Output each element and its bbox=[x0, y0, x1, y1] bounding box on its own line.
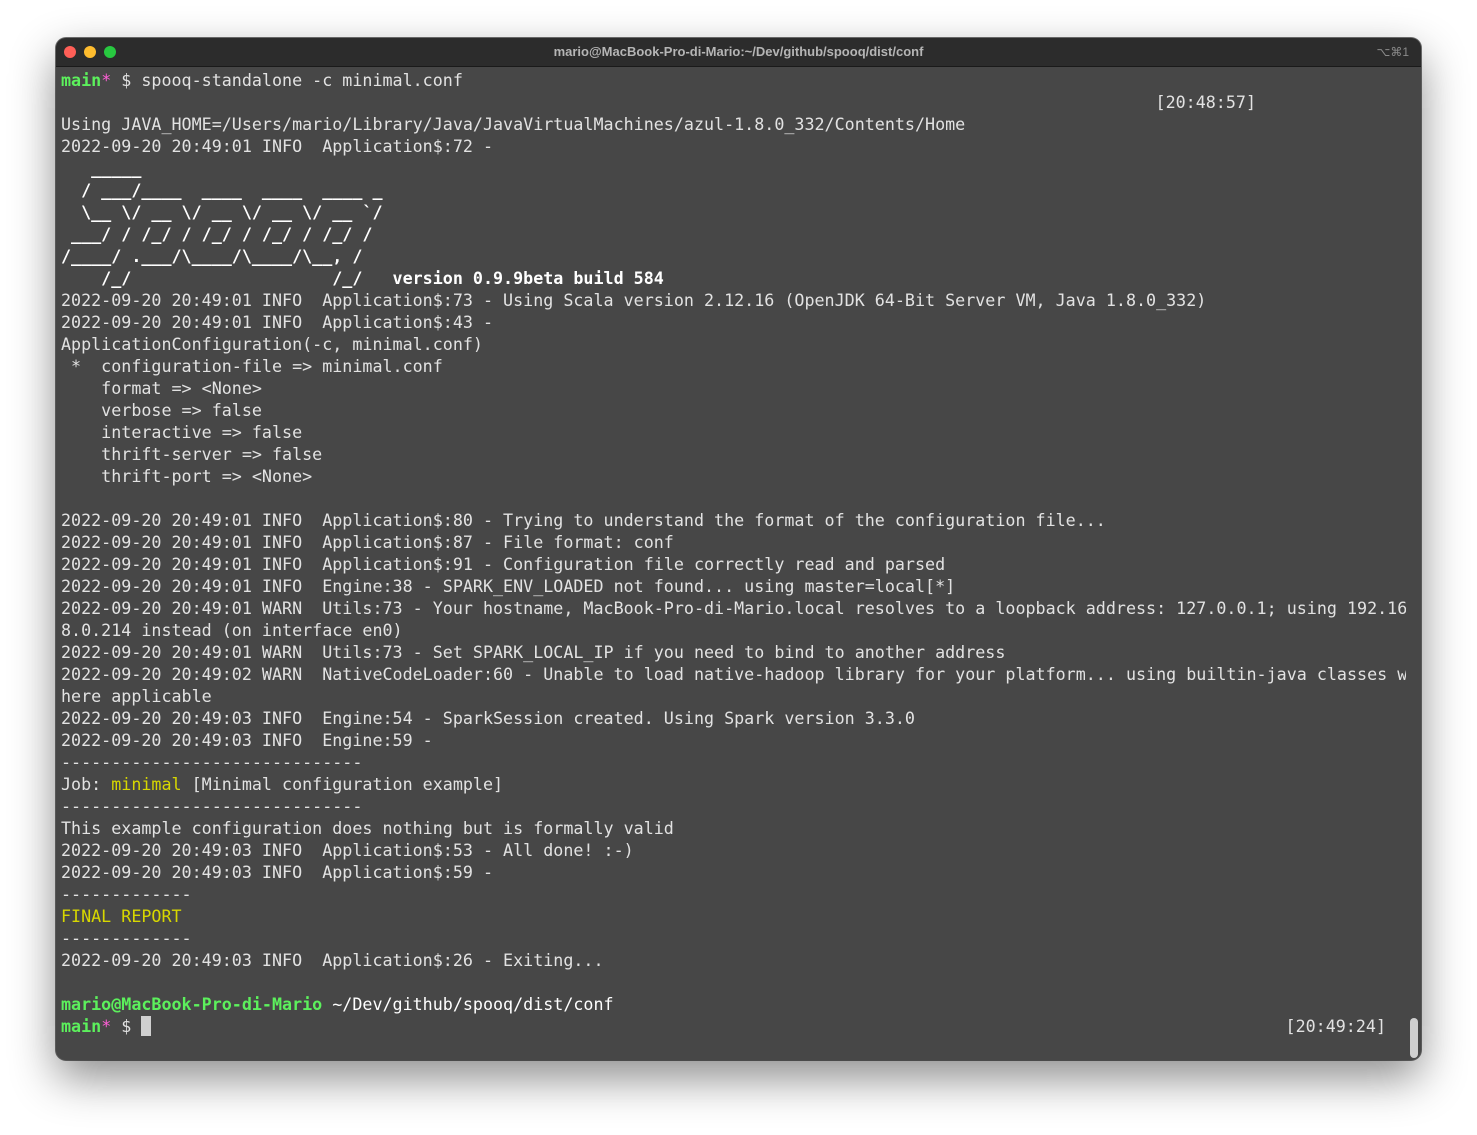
banner-line: ___/ / /_/ / /_/ / /_/ / /_/ / bbox=[61, 224, 373, 244]
text-cursor[interactable] bbox=[141, 1016, 152, 1036]
window-title: mario@MacBook-Pro-di-Mario:~/Dev/github/… bbox=[553, 44, 924, 59]
banner-line: _____ bbox=[61, 158, 142, 178]
output-line: 2022-09-20 20:49:01 INFO Application$:80… bbox=[61, 510, 1106, 530]
output-line: 8.0.214 instead (on interface en0) bbox=[61, 620, 403, 640]
banner-line: / ___/____ ____ ____ ____ _ bbox=[61, 180, 383, 200]
terminal-window: mario@MacBook-Pro-di-Mario:~/Dev/github/… bbox=[56, 38, 1421, 1060]
prompt-timestamp: [20:49:24] bbox=[1285, 1016, 1386, 1036]
output-line: 2022-09-20 20:49:01 INFO Application$:87… bbox=[61, 532, 674, 552]
output-line: 2022-09-20 20:49:03 INFO Application$:53… bbox=[61, 840, 634, 860]
prompt-symbol: $ bbox=[111, 70, 142, 90]
output-line: format => <None> bbox=[61, 378, 262, 398]
banner-line: /____/ .___/\____/\____/\__, / bbox=[61, 246, 363, 266]
output-line: 2022-09-20 20:49:01 INFO Engine:38 - SPA… bbox=[61, 576, 956, 596]
output-line: 2022-09-20 20:49:03 INFO Application$:59… bbox=[61, 862, 494, 882]
prompt-user-host: mario@MacBook-Pro-di-Mario bbox=[61, 994, 323, 1014]
job-prefix: Job: bbox=[61, 774, 112, 794]
final-report-heading: FINAL REPORT bbox=[61, 906, 182, 926]
output-line: ------------- bbox=[61, 928, 192, 948]
output-line: ------------------------------ bbox=[61, 796, 363, 816]
output-line: * configuration-file => minimal.conf bbox=[61, 356, 443, 376]
job-description: [Minimal configuration example] bbox=[181, 774, 504, 794]
output-line: 2022-09-20 20:49:03 INFO Engine:59 - bbox=[61, 730, 433, 750]
output-line: 2022-09-20 20:49:01 WARN Utils:73 - Your… bbox=[61, 598, 1406, 618]
prompt-path: ~/Dev/github/spooq/dist/conf bbox=[322, 994, 614, 1014]
git-dirty-marker: * bbox=[101, 70, 112, 90]
prompt-symbol: $ bbox=[111, 1016, 142, 1036]
title-bar[interactable]: mario@MacBook-Pro-di-Mario:~/Dev/github/… bbox=[56, 38, 1421, 67]
output-line: 2022-09-20 20:49:01 INFO Application$:72… bbox=[61, 136, 494, 156]
job-name: minimal bbox=[111, 774, 182, 794]
output-line: ------------- bbox=[61, 884, 192, 904]
job-line: Job: minimal [Minimal configuration exam… bbox=[61, 773, 1406, 795]
command-text: spooq-standalone -c minimal.conf bbox=[141, 70, 463, 90]
output-line: 2022-09-20 20:49:01 INFO Application$:43… bbox=[61, 312, 494, 332]
banner-line: \__ \/ __ \/ __ \/ __ \/ __ `/ bbox=[61, 202, 383, 222]
git-branch: main bbox=[61, 70, 102, 90]
prompt-timestamp: [20:48:57] bbox=[1155, 92, 1256, 112]
output-line: ------------------------------ bbox=[61, 752, 363, 772]
output-line: interactive => false bbox=[61, 422, 303, 442]
output-line: Using JAVA_HOME=/Users/mario/Library/Jav… bbox=[61, 114, 966, 134]
banner-line: /_/ /_/ version 0.9.9beta build 584 bbox=[61, 268, 664, 288]
output-line: 2022-09-20 20:49:03 INFO Engine:54 - Spa… bbox=[61, 708, 915, 728]
output-line: 2022-09-20 20:49:01 INFO Application$:91… bbox=[61, 554, 946, 574]
active-prompt-line[interactable]: main* $ [20:49:24] bbox=[61, 1015, 1406, 1037]
git-branch: main bbox=[61, 1016, 102, 1036]
output-line: 2022-09-20 20:49:01 INFO Application$:73… bbox=[61, 290, 1207, 310]
prompt-line: main* $ spooq-standalone -c minimal.conf bbox=[61, 69, 1406, 91]
output-line: ApplicationConfiguration(-c, minimal.con… bbox=[61, 334, 483, 354]
output-line: 2022-09-20 20:49:02 WARN NativeCodeLoade… bbox=[61, 664, 1406, 684]
prompt-location-line: mario@MacBook-Pro-di-Mario ~/Dev/github/… bbox=[61, 993, 1406, 1015]
output-line: verbose => false bbox=[61, 400, 262, 420]
output-line: This example configuration does nothing … bbox=[61, 818, 674, 838]
tab-shortcut-label: ⌥⌘1 bbox=[1376, 45, 1409, 59]
terminal-output[interactable]: main* $ spooq-standalone -c minimal.conf… bbox=[61, 69, 1406, 1054]
git-dirty-marker: * bbox=[101, 1016, 112, 1036]
scrollbar-thumb[interactable] bbox=[1410, 1018, 1418, 1058]
output-line: here applicable bbox=[61, 686, 212, 706]
output-line: 2022-09-20 20:49:01 WARN Utils:73 - Set … bbox=[61, 642, 1006, 662]
output-line: 2022-09-20 20:49:03 INFO Application$:26… bbox=[61, 950, 604, 970]
output-line: thrift-server => false bbox=[61, 444, 323, 464]
output-line: thrift-port => <None> bbox=[61, 466, 313, 486]
